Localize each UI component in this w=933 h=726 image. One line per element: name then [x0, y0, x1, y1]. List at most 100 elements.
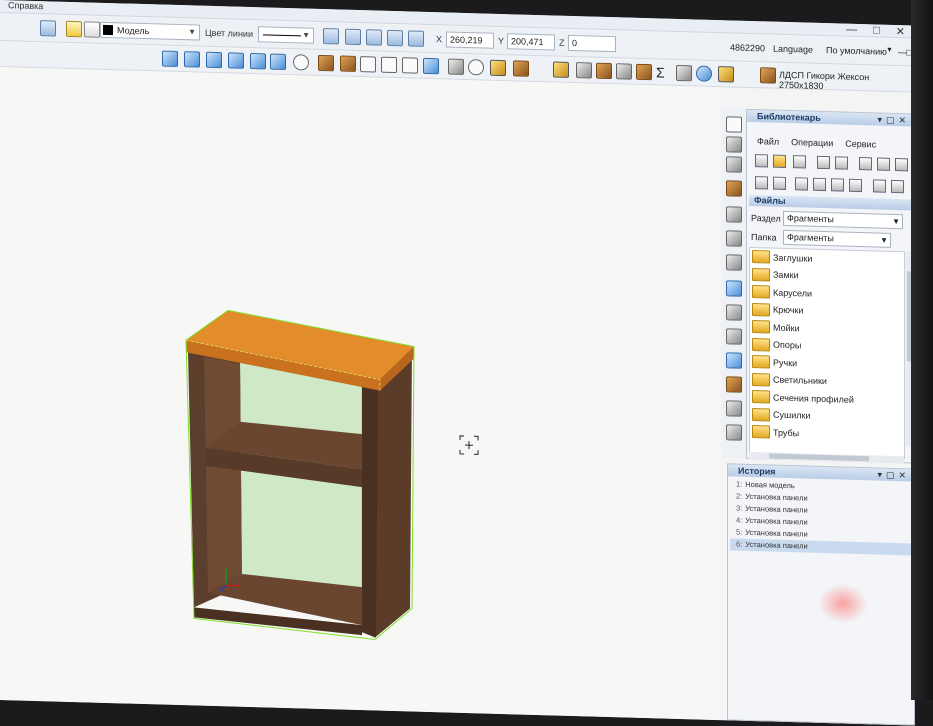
rail-tool-icon[interactable] [726, 230, 742, 246]
folder-name: Сушилки [773, 410, 810, 421]
window-controls: — □ ✕ [846, 24, 905, 39]
paste-tool-icon[interactable] [726, 424, 742, 440]
coord-y-field[interactable]: 200,471 [507, 33, 555, 50]
model-canvas[interactable] [0, 67, 720, 720]
box-icon[interactable] [513, 60, 529, 76]
color-swatch [103, 25, 113, 35]
zoom-extents-icon[interactable] [323, 28, 339, 44]
package-icon[interactable] [636, 64, 652, 80]
scroll-thumb[interactable] [769, 453, 869, 461]
split-view-icon[interactable] [423, 58, 439, 74]
lightbulb-icon[interactable] [66, 21, 82, 37]
pan-icon[interactable] [408, 30, 424, 46]
stamp-icon[interactable] [616, 63, 632, 79]
view-top-icon[interactable] [228, 52, 244, 68]
view-mode-select[interactable]: Модель ▼ [100, 22, 200, 41]
material-icon[interactable] [718, 66, 734, 82]
car-icon[interactable] [448, 59, 464, 75]
library-menu-file[interactable]: Файл [757, 136, 779, 147]
library-menu-service[interactable]: Сервис [845, 139, 876, 150]
files-header: Файлы [749, 195, 912, 211]
facade-tool-icon[interactable] [726, 376, 742, 392]
scissors-icon[interactable] [576, 62, 592, 78]
stack-tool-icon[interactable] [726, 280, 742, 296]
copy-tool-icon[interactable] [726, 400, 742, 416]
folder-icon [752, 355, 770, 369]
render-textured-icon[interactable] [340, 55, 356, 71]
box-tool-icon[interactable] [726, 352, 742, 368]
panel-buttons[interactable]: ▾▢✕ [877, 469, 910, 482]
coord-x-field[interactable]: 260,219 [446, 31, 494, 48]
library-toolbar-1 [755, 154, 905, 174]
render-solid-icon[interactable] [318, 55, 334, 71]
rotate-icon[interactable] [293, 54, 309, 70]
view-back-icon[interactable] [250, 53, 266, 69]
search-icon[interactable] [813, 178, 826, 191]
section-select[interactable]: Фрагменты ▼ [783, 211, 903, 229]
folder-name: Ручки [773, 357, 797, 368]
hinge-tool-icon[interactable] [726, 156, 742, 172]
render-outline-icon[interactable] [402, 57, 418, 73]
folder-select[interactable]: Фрагменты ▼ [783, 230, 891, 248]
frame-tool-icon[interactable] [726, 328, 742, 344]
maximize-button[interactable]: □ [873, 24, 880, 37]
arrow-down-icon[interactable] [773, 177, 786, 190]
menu-help[interactable]: Справка [8, 0, 43, 11]
layers-icon[interactable] [40, 20, 56, 36]
rename-icon[interactable] [877, 157, 890, 170]
door-icon[interactable] [596, 63, 612, 79]
open-folder-icon[interactable] [773, 155, 786, 168]
car-icon[interactable] [849, 179, 862, 192]
document-icon[interactable] [795, 177, 808, 190]
cabinet-3d-model[interactable] [0, 67, 720, 720]
check-icon[interactable] [468, 59, 484, 75]
zoom-window-icon[interactable] [345, 29, 361, 45]
sum-icon[interactable]: Σ [656, 64, 672, 80]
coord-z-field[interactable]: 0 [568, 35, 616, 52]
panel-tool-icon[interactable] [726, 116, 742, 132]
close-button[interactable]: ✕ [896, 25, 905, 38]
folder-up-icon[interactable] [793, 155, 806, 168]
view-left-icon[interactable] [184, 51, 200, 67]
view-right-icon[interactable] [206, 52, 222, 68]
car-icon[interactable] [831, 178, 844, 191]
report-icon[interactable] [676, 65, 692, 81]
drawer-tool-icon[interactable] [726, 180, 742, 196]
folder-icon [752, 408, 770, 422]
view-front-icon[interactable] [162, 51, 178, 67]
chevron-down-icon[interactable]: ▼ [886, 47, 893, 54]
lightbulb-icon[interactable] [490, 60, 506, 76]
grid-tool-icon[interactable] [726, 304, 742, 320]
edit-tool-icon[interactable] [726, 136, 742, 152]
save-icon[interactable] [817, 156, 830, 169]
print-icon[interactable] [835, 156, 848, 169]
zoom-icon[interactable] [387, 30, 403, 46]
history-list: 1:Новая модель 2:Установка панели 3:Уста… [730, 478, 912, 555]
preview-icon[interactable] [873, 179, 886, 192]
line-style-select[interactable]: ▼ [258, 26, 314, 44]
list-item[interactable]: Трубы [750, 423, 904, 445]
fastener-icon[interactable] [553, 61, 569, 77]
minimize-button[interactable]: — [846, 24, 857, 37]
new-icon[interactable] [755, 154, 768, 167]
library-panel: Библиотекарь ▾▢✕ Файл Операции Сервис [746, 109, 915, 464]
render-wire-icon[interactable] [360, 56, 376, 72]
profile-tool-icon[interactable] [726, 206, 742, 222]
library-menu-operations[interactable]: Операции [791, 137, 833, 148]
panel-buttons[interactable]: ▾▢✕ [877, 114, 910, 127]
view-iso-icon[interactable] [270, 54, 286, 70]
zoom-all-icon[interactable] [366, 29, 382, 45]
paint-icon[interactable] [859, 157, 872, 170]
default-preset-select[interactable]: По умолчанию [826, 45, 887, 57]
history-num: 1: [736, 480, 742, 489]
view-mode-value: Модель [117, 25, 149, 36]
coord-z-label: Z [559, 38, 565, 48]
shelf-tool-icon[interactable] [726, 254, 742, 270]
render-hidden-icon[interactable] [381, 57, 397, 73]
cloud-icon[interactable] [891, 180, 904, 193]
lock-icon[interactable] [84, 21, 100, 37]
language-button[interactable]: Language [773, 44, 813, 55]
cloud-icon[interactable] [696, 65, 712, 81]
arrow-up-icon[interactable] [755, 176, 768, 189]
delete-icon[interactable] [895, 158, 908, 171]
